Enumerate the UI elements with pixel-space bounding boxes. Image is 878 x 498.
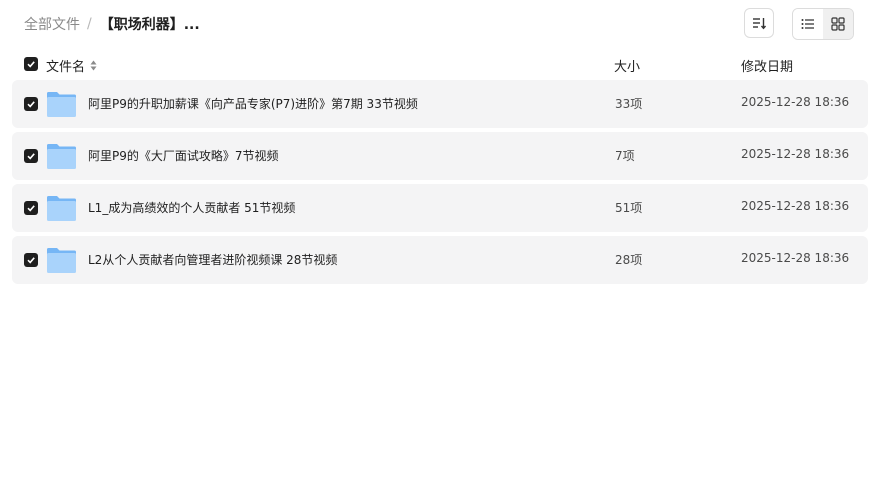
sort-toggle-icon: [90, 60, 97, 71]
checkmark-icon: [27, 61, 35, 68]
table-row[interactable]: L1_成为高绩效的个人贡献者 51节视频 51项 2025-12-28 18:3…: [12, 184, 868, 232]
date-column-header[interactable]: 修改日期: [741, 56, 793, 75]
modified-date: 2025-12-28 18:36: [741, 251, 850, 265]
breadcrumb-current: 【职场利器】...: [99, 17, 200, 33]
row-checkbox[interactable]: [24, 253, 38, 267]
row-checkbox[interactable]: [24, 201, 38, 215]
file-name[interactable]: 阿里P9的升职加薪课《向产品专家(P7)进阶》第7期 33节视频: [88, 95, 418, 112]
name-column-header[interactable]: 文件名: [46, 56, 97, 75]
file-name[interactable]: 阿里P9的《大厂面试攻略》7节视频: [88, 147, 279, 164]
view-mode-toggle: [792, 8, 854, 40]
grid-view-icon: [831, 17, 845, 31]
name-column-label: 文件名: [46, 60, 86, 75]
top-bar: 全部文件 / 【职场利器】...: [0, 0, 878, 46]
size-column-header[interactable]: 大小: [614, 56, 640, 75]
file-size: 28项: [615, 253, 643, 267]
breadcrumb: 全部文件 / 【职场利器】...: [24, 14, 200, 34]
row-checkbox[interactable]: [24, 149, 38, 163]
file-size: 7项: [615, 149, 635, 163]
checkmark-icon: [27, 101, 35, 108]
list-view-icon: [801, 19, 814, 29]
sort-icon: [753, 18, 767, 30]
checkmark-icon: [27, 257, 35, 264]
file-size: 33项: [615, 97, 643, 111]
grid-view-button[interactable]: [823, 9, 853, 39]
folder-icon: [47, 248, 76, 273]
table-row[interactable]: 阿里P9的《大厂面试攻略》7节视频 7项 2025-12-28 18:36: [12, 132, 868, 180]
file-list: 阿里P9的升职加薪课《向产品专家(P7)进阶》第7期 33节视频 33项 202…: [12, 80, 868, 288]
checkmark-icon: [27, 153, 35, 160]
file-name[interactable]: L2从个人贡献者向管理者进阶视频课 28节视频: [88, 251, 337, 268]
modified-date: 2025-12-28 18:36: [741, 95, 850, 109]
breadcrumb-separator: /: [87, 16, 92, 32]
modified-date: 2025-12-28 18:36: [741, 199, 850, 213]
folder-icon: [47, 196, 76, 221]
select-all-checkbox[interactable]: [24, 57, 38, 71]
list-view-button[interactable]: [793, 9, 823, 39]
folder-icon: [47, 92, 76, 117]
file-size: 51项: [615, 201, 643, 215]
file-name[interactable]: L1_成为高绩效的个人贡献者 51节视频: [88, 199, 295, 216]
sort-button[interactable]: [744, 8, 774, 38]
table-row[interactable]: 阿里P9的升职加薪课《向产品专家(P7)进阶》第7期 33节视频 33项 202…: [12, 80, 868, 128]
table-row[interactable]: L2从个人贡献者向管理者进阶视频课 28节视频 28项 2025-12-28 1…: [12, 236, 868, 284]
checkmark-icon: [27, 205, 35, 212]
folder-icon: [47, 144, 76, 169]
table-header: 文件名 大小 修改日期: [0, 50, 878, 78]
modified-date: 2025-12-28 18:36: [741, 147, 850, 161]
row-checkbox[interactable]: [24, 97, 38, 111]
breadcrumb-root-link[interactable]: 全部文件: [24, 14, 80, 34]
